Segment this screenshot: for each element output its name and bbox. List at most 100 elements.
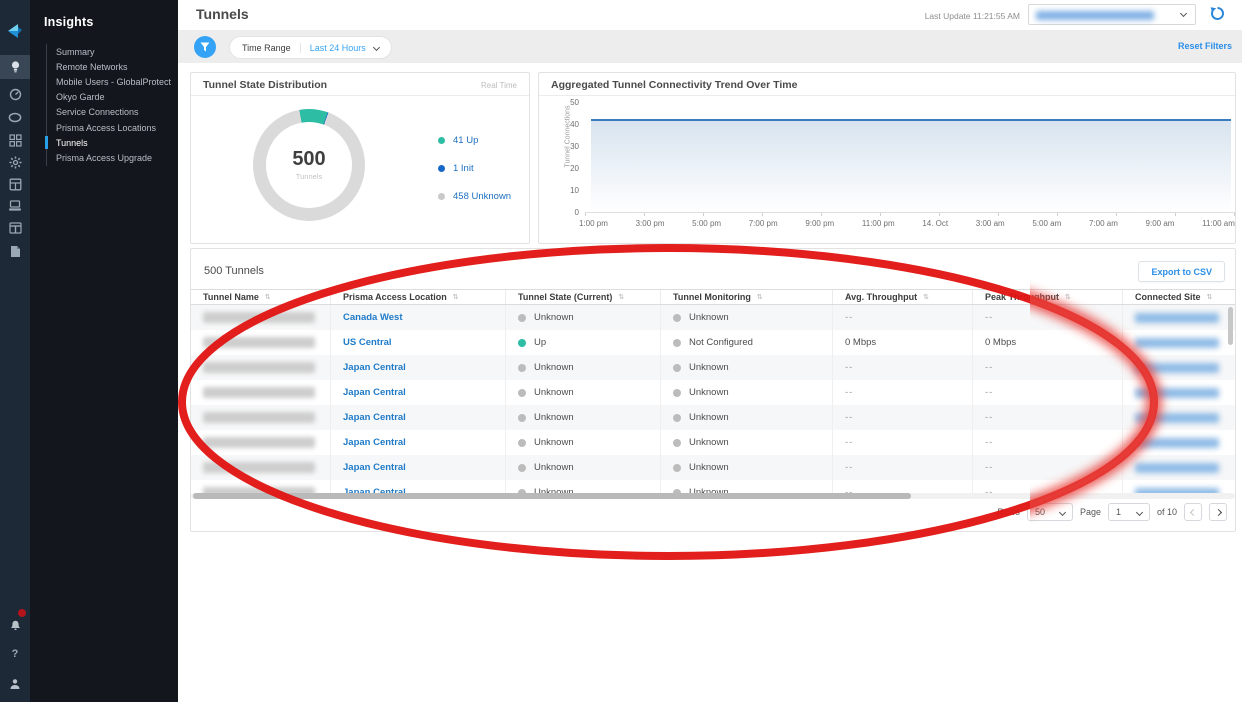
chevron-down-icon — [1136, 508, 1143, 515]
devices-icon[interactable] — [0, 194, 30, 218]
column-header-tunnel-state[interactable]: Tunnel State (Current)⇅ — [506, 290, 661, 304]
reset-filters-link[interactable]: Reset Filters — [1178, 41, 1232, 51]
insights-lightbulb-icon[interactable] — [0, 55, 30, 79]
sort-icon[interactable]: ⇅ — [757, 293, 763, 301]
sidebar-item-tunnels[interactable]: Tunnels — [47, 135, 171, 150]
sidebar-item-summary[interactable]: Summary — [47, 44, 171, 59]
redacted-instance-name — [1036, 11, 1154, 20]
table-row[interactable]: Japan Central Unknown Unknown -- -- — [191, 380, 1235, 405]
export-to-csv-button[interactable]: Export to CSV — [1138, 261, 1225, 282]
chevron-down-icon — [373, 44, 380, 51]
reports-layout-icon[interactable] — [0, 216, 30, 240]
sort-icon[interactable]: ⇅ — [1065, 293, 1071, 301]
location-link[interactable]: Japan Central — [343, 387, 406, 398]
sort-icon[interactable]: ⇅ — [923, 293, 929, 301]
sidebar-item-remote-networks[interactable]: Remote Networks — [47, 59, 171, 74]
legend-item-unknown[interactable]: 458 Unknown — [438, 191, 511, 202]
donut-chart[interactable]: 500 Tunnels — [253, 109, 365, 221]
area-fill — [591, 120, 1231, 212]
previous-page-button[interactable] — [1184, 503, 1202, 521]
rows-per-page-select[interactable]: 50 — [1027, 503, 1073, 521]
location-link[interactable]: Japan Central — [343, 412, 406, 423]
table-vertical-scrollbar[interactable] — [1228, 307, 1233, 345]
redacted-tunnel-name — [203, 337, 315, 348]
nav-list: Summary Remote Networks Mobile Users - G… — [46, 44, 171, 166]
sidebar-item-prisma-access-upgrade[interactable]: Prisma Access Upgrade — [47, 150, 171, 165]
zero-trust-ellipse-icon[interactable] — [0, 105, 30, 129]
table-row[interactable]: Japan Central Unknown Unknown -- -- — [191, 480, 1235, 493]
x-tick: 5:00 pm — [692, 219, 721, 228]
logs-document-icon[interactable] — [0, 239, 30, 263]
location-link[interactable]: Japan Central — [343, 362, 406, 373]
location-link[interactable]: US Central — [343, 337, 392, 348]
sort-icon[interactable]: ⇅ — [265, 293, 271, 301]
init-dot-icon — [438, 165, 445, 172]
notifications-bell-icon[interactable] — [0, 612, 30, 636]
prisma-access-logo-icon[interactable] — [3, 18, 27, 46]
table-horizontal-scrollbar[interactable] — [191, 493, 1235, 499]
sidebar-item-okyo-garde[interactable]: Okyo Garde — [47, 90, 171, 105]
monitoring-dot-icon — [673, 414, 681, 422]
location-link[interactable]: Japan Central — [343, 437, 406, 448]
nav-panel-title: Insights — [30, 0, 178, 29]
monitoring-dot-icon — [673, 464, 681, 472]
redacted-tunnel-name — [203, 462, 315, 473]
x-tick: 9:00 pm — [805, 219, 834, 228]
legend-item-up[interactable]: 41 Up — [438, 135, 511, 146]
state-dot-icon — [518, 389, 526, 397]
rows-label: Rows — [997, 507, 1020, 517]
x-tick: 5:00 am — [1032, 219, 1061, 228]
sort-icon[interactable]: ⇅ — [1207, 293, 1213, 301]
y-tick: 0 — [549, 208, 579, 217]
table-row[interactable]: Japan Central Unknown Unknown -- -- — [191, 405, 1235, 430]
column-header-connected-site[interactable]: Connected Site⇅ — [1123, 290, 1235, 304]
column-header-peak-throughput[interactable]: Peak Throughput⇅ — [973, 290, 1123, 304]
table-row[interactable]: Japan Central Unknown Unknown -- -- — [191, 355, 1235, 380]
notification-badge — [18, 609, 26, 617]
x-axis-ticks — [585, 213, 1235, 216]
dashboard-gauge-icon[interactable] — [0, 82, 30, 106]
sort-icon[interactable]: ⇅ — [618, 293, 624, 301]
state-dot-icon — [518, 439, 526, 447]
x-axis-labels: 1:00 pm 3:00 pm 5:00 pm 7:00 pm 9:00 pm … — [579, 219, 1235, 228]
sidebar-item-prisma-access-locations[interactable]: Prisma Access Locations — [47, 120, 171, 135]
time-range-selector[interactable]: Time Range Last 24 Hours — [230, 37, 391, 58]
filter-funnel-button[interactable] — [194, 36, 216, 58]
location-link[interactable]: Japan Central — [343, 462, 406, 473]
column-header-location[interactable]: Prisma Access Location⇅ — [331, 290, 506, 304]
sidebar-item-mobile-users-globalprotect[interactable]: Mobile Users - GlobalProtect — [47, 74, 171, 89]
sort-icon[interactable]: ⇅ — [453, 293, 459, 301]
donut-total-label: Tunnels — [296, 172, 322, 181]
table-row[interactable]: Japan Central Unknown Unknown -- -- — [191, 430, 1235, 455]
apps-grid-icon[interactable] — [0, 128, 30, 152]
pagination-bar: Rows 50 Page 1 of 10 — [997, 503, 1227, 521]
user-icon[interactable] — [0, 672, 30, 696]
y-tick: 50 — [549, 98, 579, 107]
scrollbar-thumb[interactable] — [193, 493, 911, 499]
top-bar: Tunnels Last Update 11:21:55 AM — [178, 0, 1242, 30]
next-page-button[interactable] — [1209, 503, 1227, 521]
add-ons-box-icon[interactable] — [0, 172, 30, 196]
x-tick: 9:00 am — [1146, 219, 1175, 228]
instance-selector-dropdown[interactable] — [1028, 4, 1196, 25]
settings-gear-icon[interactable] — [0, 150, 30, 174]
column-header-tunnel-name[interactable]: Tunnel Name⇅ — [191, 290, 331, 304]
help-icon[interactable]: ? — [0, 642, 30, 666]
area-chart-plot[interactable] — [591, 102, 1231, 212]
legend-item-init[interactable]: 1 Init — [438, 163, 511, 174]
column-header-tunnel-monitoring[interactable]: Tunnel Monitoring⇅ — [661, 290, 833, 304]
donut-center: 500 Tunnels — [266, 122, 352, 208]
y-tick: 40 — [549, 120, 579, 129]
card-header: Aggregated Tunnel Connectivity Trend Ove… — [539, 73, 1235, 96]
real-time-badge: Real Time — [481, 81, 517, 90]
page-select[interactable]: 1 — [1108, 503, 1150, 521]
table-row[interactable]: US Central Up Not Configured 0 Mbps 0 Mb… — [191, 330, 1235, 355]
table-row[interactable]: Canada West Unknown Unknown -- -- — [191, 305, 1235, 330]
column-header-avg-throughput[interactable]: Avg. Throughput⇅ — [833, 290, 973, 304]
refresh-icon[interactable] — [1210, 6, 1226, 22]
location-link[interactable]: Canada West — [343, 312, 402, 323]
chevron-left-icon — [1189, 508, 1196, 515]
x-tick: 3:00 am — [976, 219, 1005, 228]
sidebar-item-service-connections[interactable]: Service Connections — [47, 105, 171, 120]
table-row[interactable]: Japan Central Unknown Unknown -- -- — [191, 455, 1235, 480]
